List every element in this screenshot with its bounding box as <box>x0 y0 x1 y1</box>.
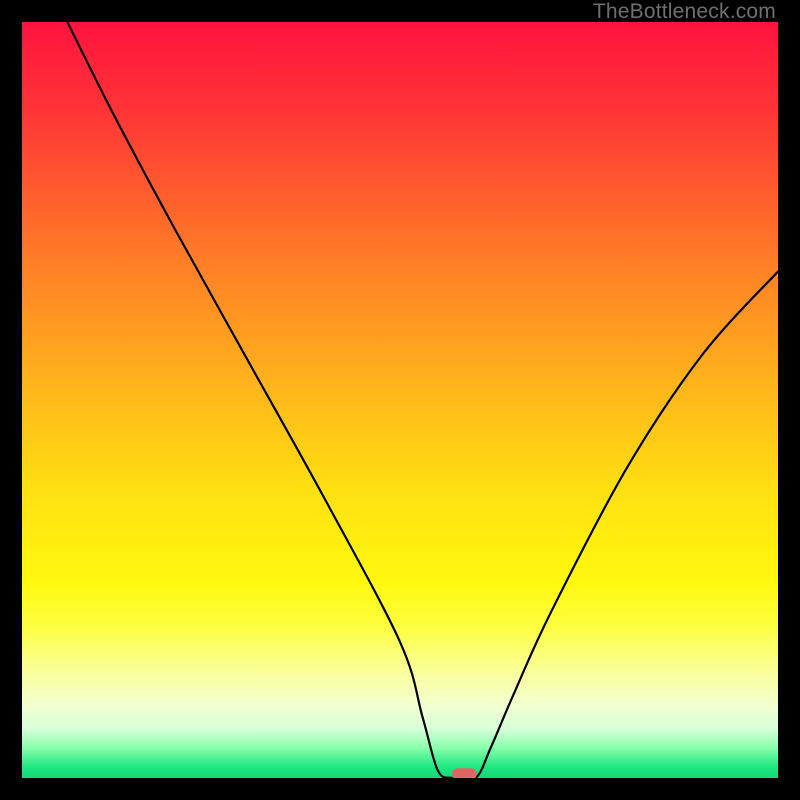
chart-frame: TheBottleneck.com <box>0 0 800 800</box>
watermark-text: TheBottleneck.com <box>593 0 776 24</box>
gradient-background <box>22 22 778 778</box>
plot-area <box>22 22 778 778</box>
optimal-point-marker <box>452 768 476 778</box>
bottleneck-chart <box>22 22 778 778</box>
